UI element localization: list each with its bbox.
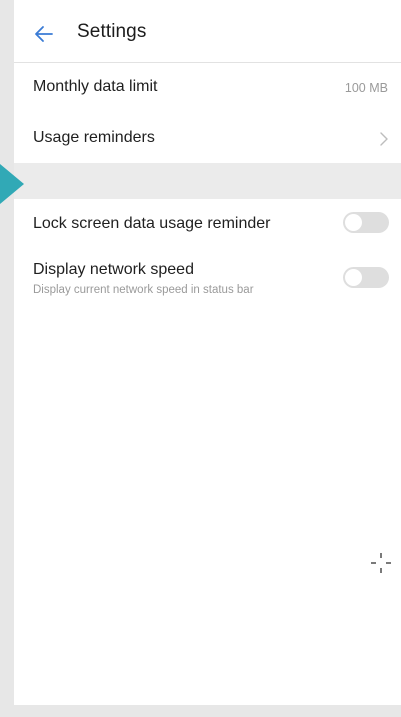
display-network-speed-description: Display current network speed in status … xyxy=(33,284,254,296)
monthly-data-limit-value: 100 MB xyxy=(344,81,388,95)
lock-screen-reminder-toggle[interactable] xyxy=(343,212,389,233)
display-network-speed-row[interactable]: Display network speed Display current ne… xyxy=(14,249,401,305)
section-divider xyxy=(14,163,401,199)
settings-screen: Settings Monthly data limit 100 MB Usage… xyxy=(14,0,401,705)
page-title: Settings xyxy=(77,21,147,42)
arrow-left-icon[interactable] xyxy=(32,22,56,46)
monthly-data-limit-label: Monthly data limit xyxy=(33,78,158,95)
usage-reminders-label: Usage reminders xyxy=(33,129,155,146)
usage-reminders-row[interactable]: Usage reminders xyxy=(14,113,401,163)
toggle-knob xyxy=(345,214,362,231)
monthly-data-limit-row[interactable]: Monthly data limit 100 MB xyxy=(14,63,401,113)
lock-screen-reminder-row[interactable]: Lock screen data usage reminder xyxy=(14,199,401,249)
toggle-knob xyxy=(345,269,362,286)
app-bar: Settings xyxy=(14,0,401,63)
display-network-speed-toggle[interactable] xyxy=(343,267,389,288)
lock-screen-reminder-label: Lock screen data usage reminder xyxy=(33,215,271,232)
crosshair-icon xyxy=(371,553,391,573)
display-network-speed-label: Display network speed xyxy=(33,261,194,278)
pointer-indicator xyxy=(0,164,24,204)
chevron-right-icon xyxy=(380,132,388,146)
